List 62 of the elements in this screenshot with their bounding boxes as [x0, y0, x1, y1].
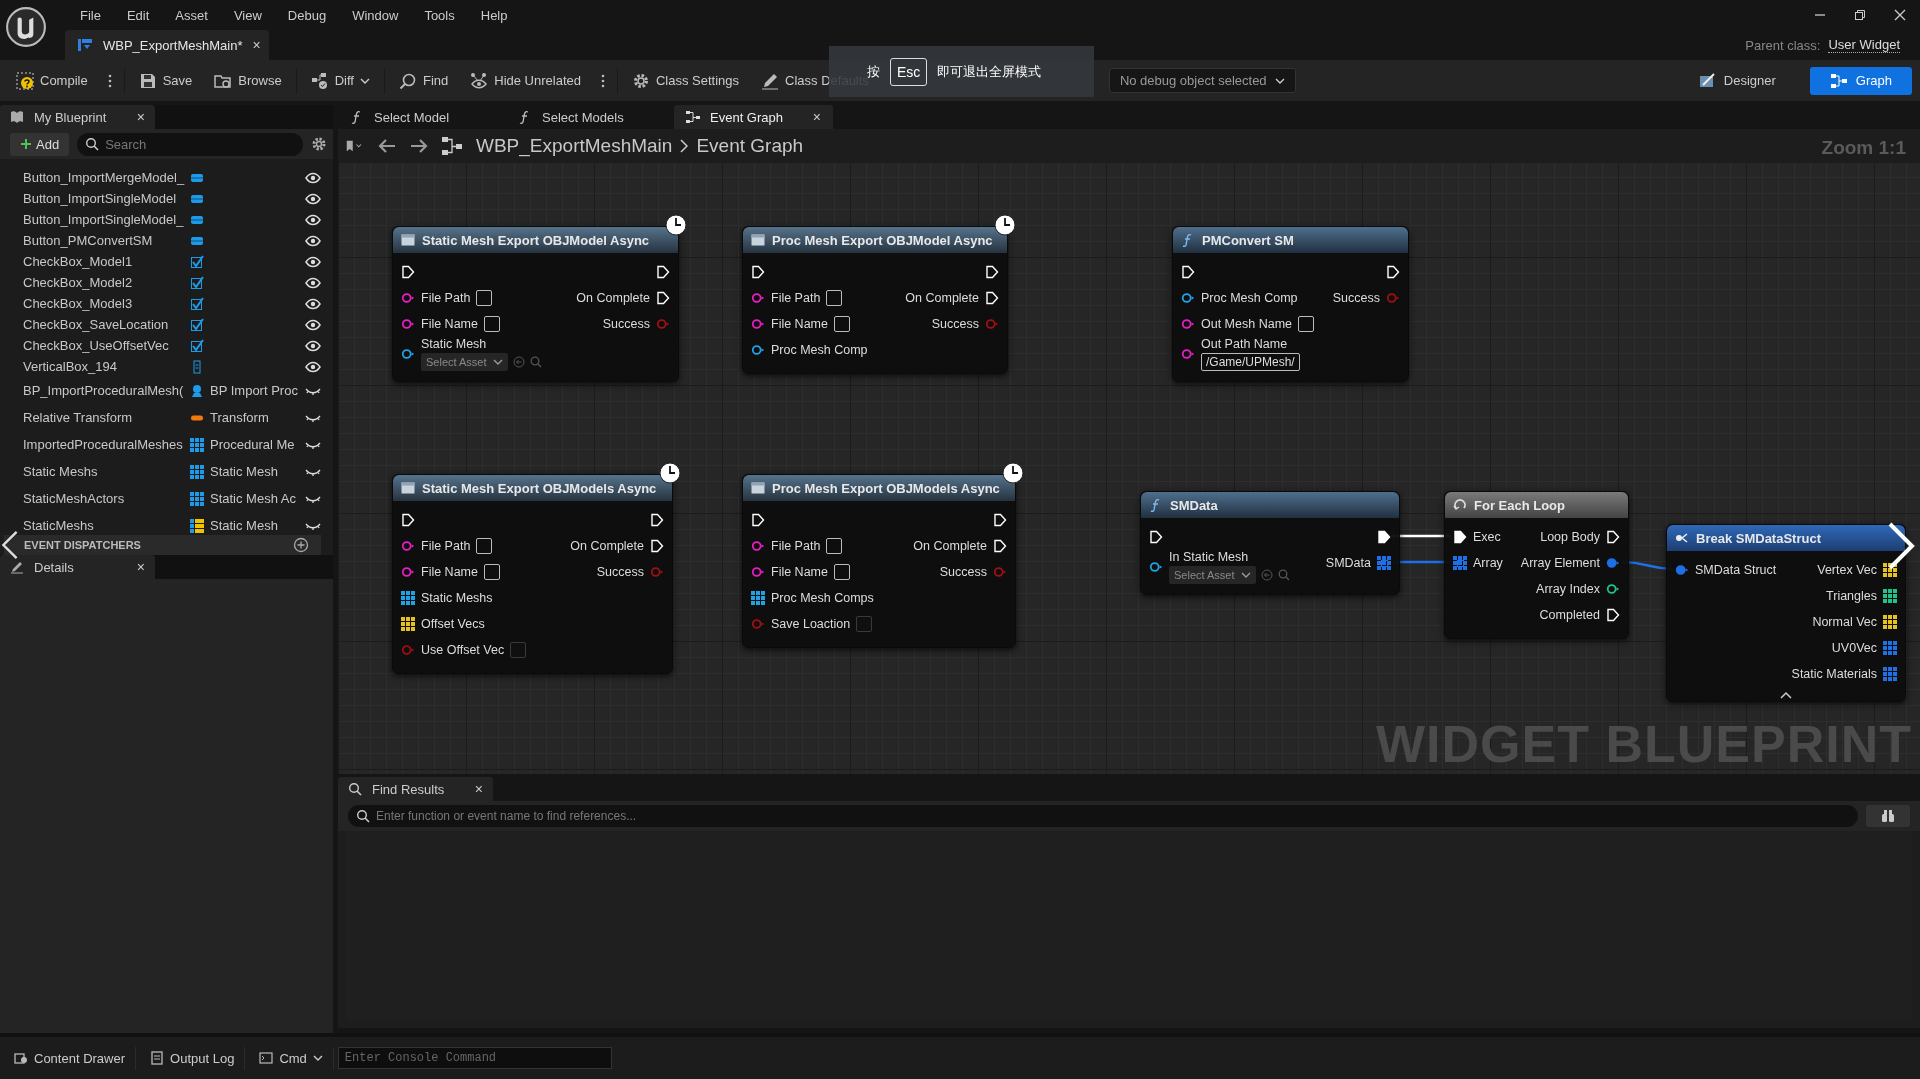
pin-label: Vertex Vec	[1817, 563, 1877, 577]
pin-label: Proc Mesh Comps	[771, 591, 874, 605]
section-title: EVENT DISPATCHERS	[24, 539, 141, 551]
pin-label: Save Loaction	[771, 617, 851, 631]
pin-label: File Path	[421, 539, 471, 553]
variable-type: Transform	[210, 410, 270, 425]
pin-label: Success	[939, 565, 987, 579]
parent-class-label: Parent class:	[1745, 37, 1821, 53]
node-title: For Each Loop	[1474, 497, 1565, 513]
pin-label: File Name	[421, 317, 478, 331]
pin-label: Offset Vecs	[421, 617, 485, 631]
pin-label: File Path	[421, 291, 471, 305]
pin-label: File Path	[771, 291, 821, 305]
pin-label: Normal Vec	[1812, 615, 1877, 629]
pin-label: Array Element	[1520, 556, 1600, 570]
pin-label: On Complete	[576, 291, 650, 305]
notice-text: 即可退出全屏模式	[937, 62, 1042, 81]
pin-label: Loop Body	[1540, 530, 1600, 544]
pin-label: Success	[1332, 291, 1380, 305]
variable-type: Static Mesh Ac	[210, 491, 297, 506]
node-title: Static Mesh Export OBJModels Async	[422, 480, 657, 496]
pin-label: Array	[1473, 556, 1503, 570]
zoom-level: Zoom 1:1	[1821, 137, 1906, 159]
pin-label: SMData	[1325, 556, 1371, 570]
pin-label: On Complete	[570, 539, 644, 553]
pin-label: Success	[931, 317, 979, 331]
pin-label: Use Offset Vec	[421, 643, 505, 657]
node-title: PMConvert SM	[1202, 232, 1294, 248]
pin-label: Proc Mesh Comp	[771, 343, 868, 357]
pin-label: Proc Mesh Comp	[1201, 291, 1298, 305]
node-title: Static Mesh Export OBJModel Async	[422, 232, 650, 248]
variable-type: Static Mesh	[210, 464, 279, 479]
pin-label: File Name	[421, 565, 478, 579]
pin-label: File Name	[771, 317, 828, 331]
pin-label: Array Index	[1536, 582, 1600, 596]
node-title: Proc Mesh Export OBJModels Async	[772, 480, 1000, 496]
pin-label: Out Mesh Name	[1201, 317, 1292, 331]
node-title: SMData	[1170, 497, 1218, 513]
pin-label: File Name	[771, 565, 828, 579]
node-title: Break SMDataStruct	[1696, 530, 1821, 546]
pin-label: SMData Struct	[1695, 563, 1777, 577]
asset-tab-title: WBP_ExportMeshMain*	[103, 37, 243, 53]
variable-type: BP Import Proc	[210, 383, 299, 398]
variable-type: Static Mesh	[210, 518, 279, 533]
pin-label: Success	[602, 317, 650, 331]
pin-label: Static Meshs	[421, 591, 493, 605]
pin-label: In Static Mesh	[1169, 550, 1249, 564]
pin-label: Out Path Name	[1201, 337, 1288, 351]
pin-label: Exec	[1473, 530, 1501, 544]
key-label: Esc	[890, 57, 928, 86]
pin-label: Static Materials	[1791, 667, 1877, 681]
pin-label: Triangles	[1826, 589, 1877, 603]
pin-label: Success	[596, 565, 644, 579]
node-title: Proc Mesh Export OBJModel Async	[772, 232, 993, 248]
variable-type: Procedural Me	[210, 437, 296, 452]
pin-label: Static Mesh	[421, 337, 487, 351]
pin-label: UV0Vec	[1831, 641, 1877, 655]
pin-label: Completed	[1539, 608, 1600, 622]
pin-label: File Path	[771, 539, 821, 553]
pin-label: On Complete	[913, 539, 987, 553]
notice-text: 按	[867, 62, 880, 79]
pin-label: On Complete	[905, 291, 979, 305]
